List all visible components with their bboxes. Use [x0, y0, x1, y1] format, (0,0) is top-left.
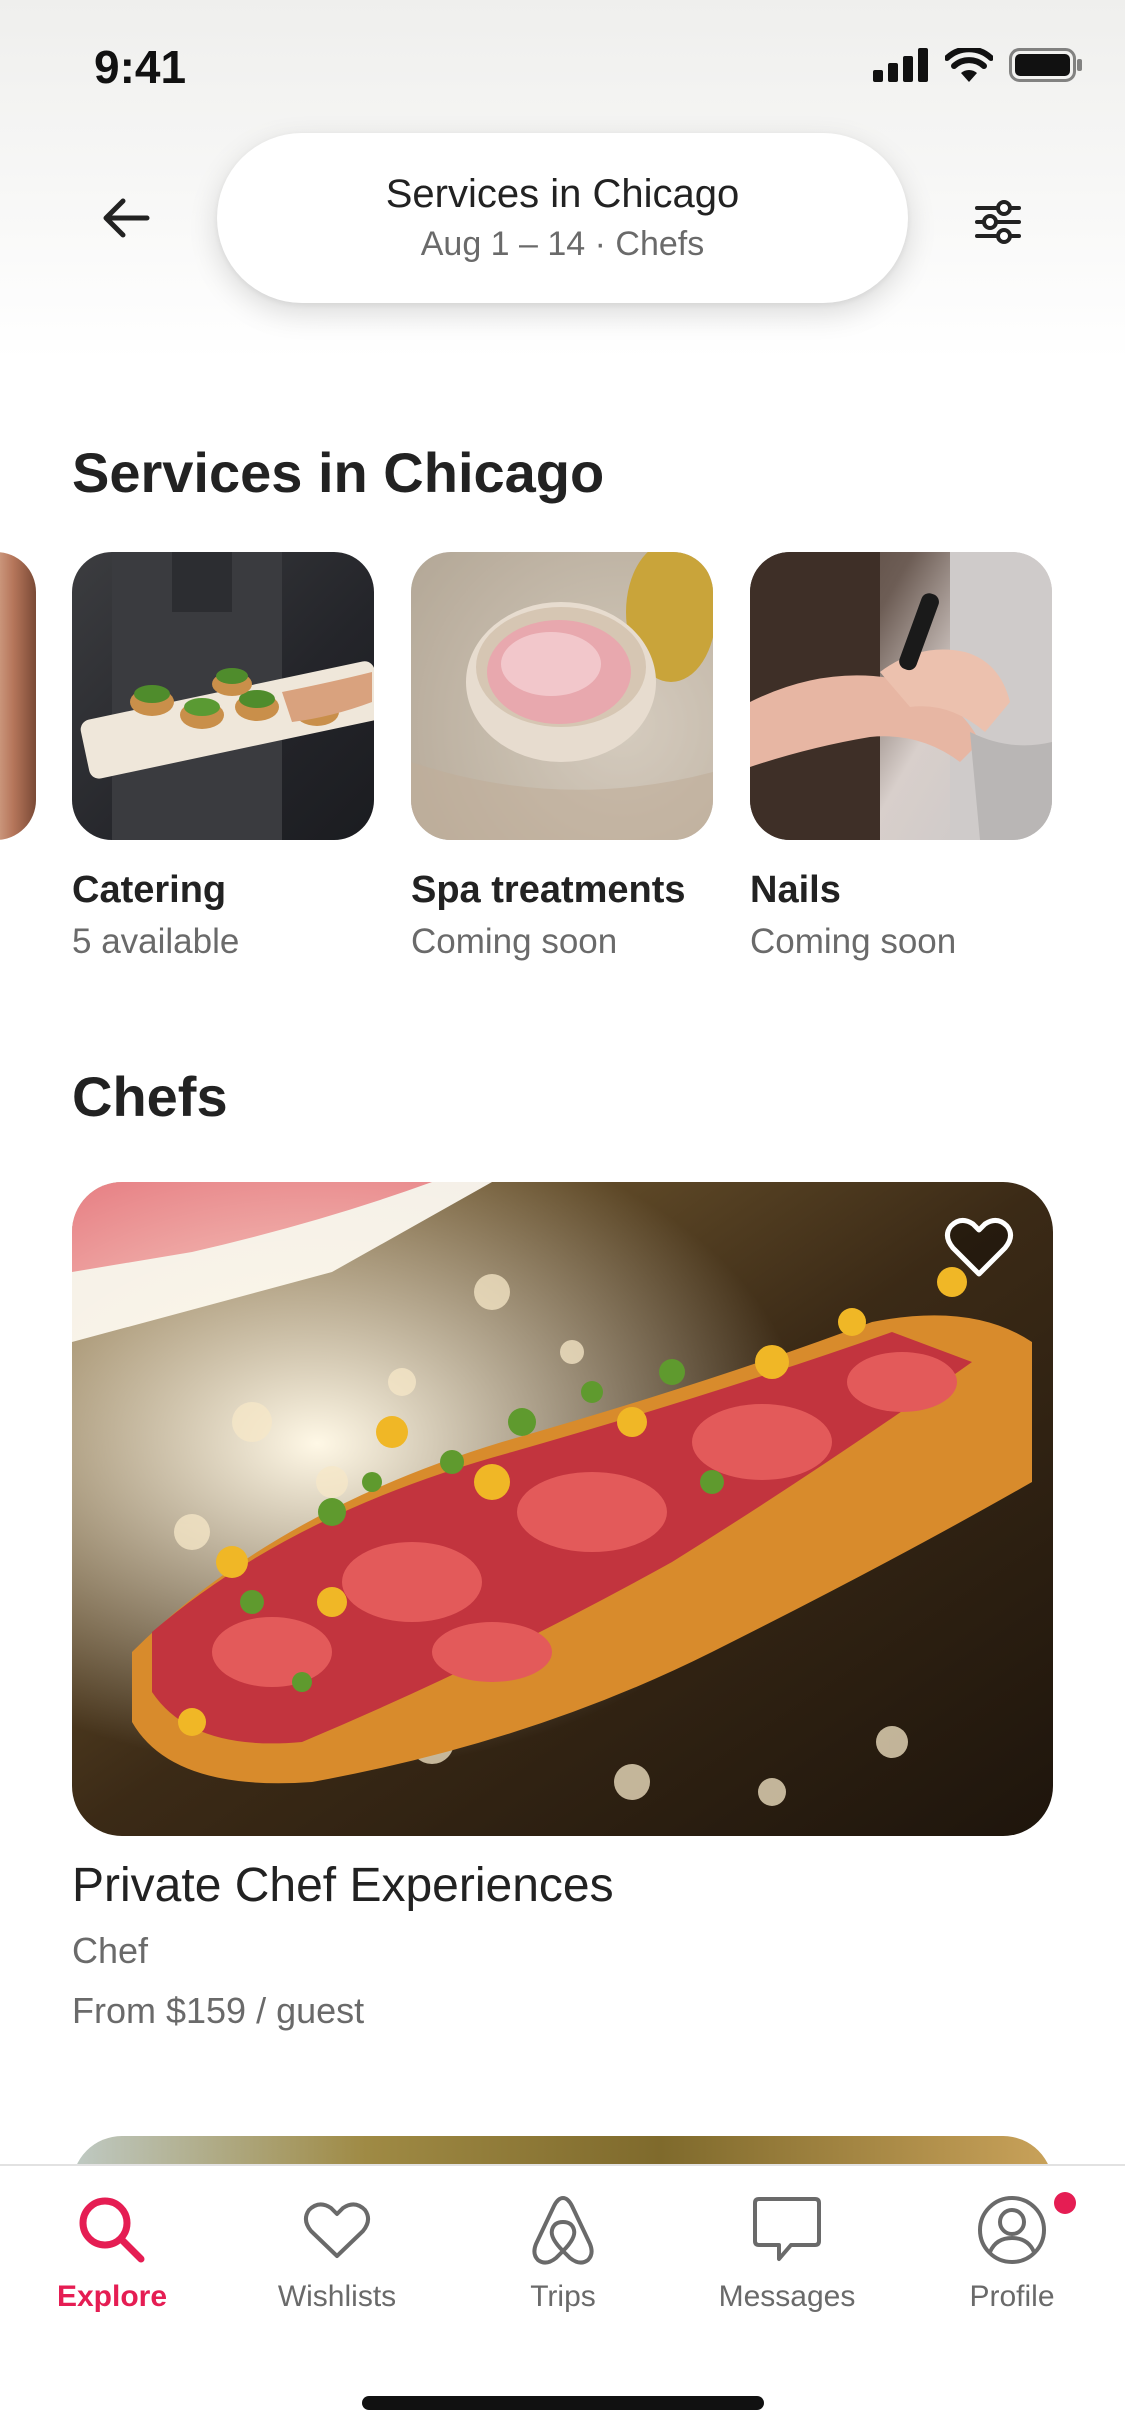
tab-label: Messages [718, 2280, 856, 2313]
tab-trips[interactable]: Trips [473, 2190, 653, 2314]
search-title: Services in Chicago [385, 172, 740, 216]
search-subtitle: Aug 1 – 14 · Chefs [420, 225, 705, 263]
filter-sliders-icon [975, 200, 1021, 244]
battery-icon [1009, 48, 1082, 82]
heart-icon [297, 2190, 377, 2270]
listing-title[interactable]: Private Chef Experiences [72, 1858, 614, 1913]
tab-wishlists[interactable]: Wishlists [247, 2190, 427, 2314]
listing-price: From $159 / guest [72, 1990, 365, 2031]
heart-icon [945, 1218, 1013, 1277]
service-card-catering[interactable]: Catering 5 available [72, 552, 374, 968]
profile-icon [972, 2190, 1052, 2270]
save-to-wishlist-button[interactable] [943, 1212, 1015, 1284]
chefs-section-title: Chefs [72, 1065, 228, 1128]
service-label: Catering [72, 869, 227, 911]
nails-image [750, 552, 1052, 840]
service-status: Coming soon [750, 922, 957, 961]
notification-badge [1054, 2192, 1076, 2214]
tab-label: Wishlists [277, 2280, 397, 2313]
search-icon [72, 2190, 152, 2270]
spa-treatments-image [411, 552, 713, 840]
catering-image [72, 552, 374, 840]
service-label: Spa treatments [411, 869, 686, 911]
tab-label: Explore [56, 2280, 168, 2313]
service-status: 5 available [72, 922, 240, 961]
service-status: Coming soon [411, 922, 618, 961]
tab-explore[interactable]: Explore [22, 2190, 202, 2314]
tab-label: Trips [530, 2280, 596, 2313]
signal-icon [873, 48, 928, 82]
back-button[interactable] [92, 184, 160, 252]
home-indicator[interactable] [362, 2396, 764, 2410]
service-card-partial-image[interactable] [0, 552, 36, 840]
service-card-nails[interactable]: Nails Coming soon [750, 552, 1052, 968]
tab-messages[interactable]: Messages [697, 2190, 877, 2314]
services-section-title: Services in Chicago [72, 441, 605, 504]
service-card-spa-treatments[interactable]: Spa treatments Coming soon [411, 552, 713, 968]
chef-listing-image[interactable] [72, 1182, 1053, 1836]
arrow-left-icon [103, 198, 150, 238]
filter-button[interactable] [960, 184, 1036, 260]
tab-label: Profile [969, 2280, 1055, 2313]
search-summary-pill[interactable]: Services in Chicago Aug 1 – 14 · Chefs [217, 133, 908, 303]
listing-type: Chef [72, 1930, 149, 1971]
message-icon [747, 2190, 827, 2270]
status-time: 9:41 [94, 41, 187, 93]
airbnb-logo-icon [523, 2190, 603, 2270]
wifi-icon [945, 48, 993, 82]
service-label: Nails [750, 869, 841, 911]
tab-profile[interactable]: Profile [922, 2190, 1102, 2314]
status-icons [873, 48, 1083, 82]
